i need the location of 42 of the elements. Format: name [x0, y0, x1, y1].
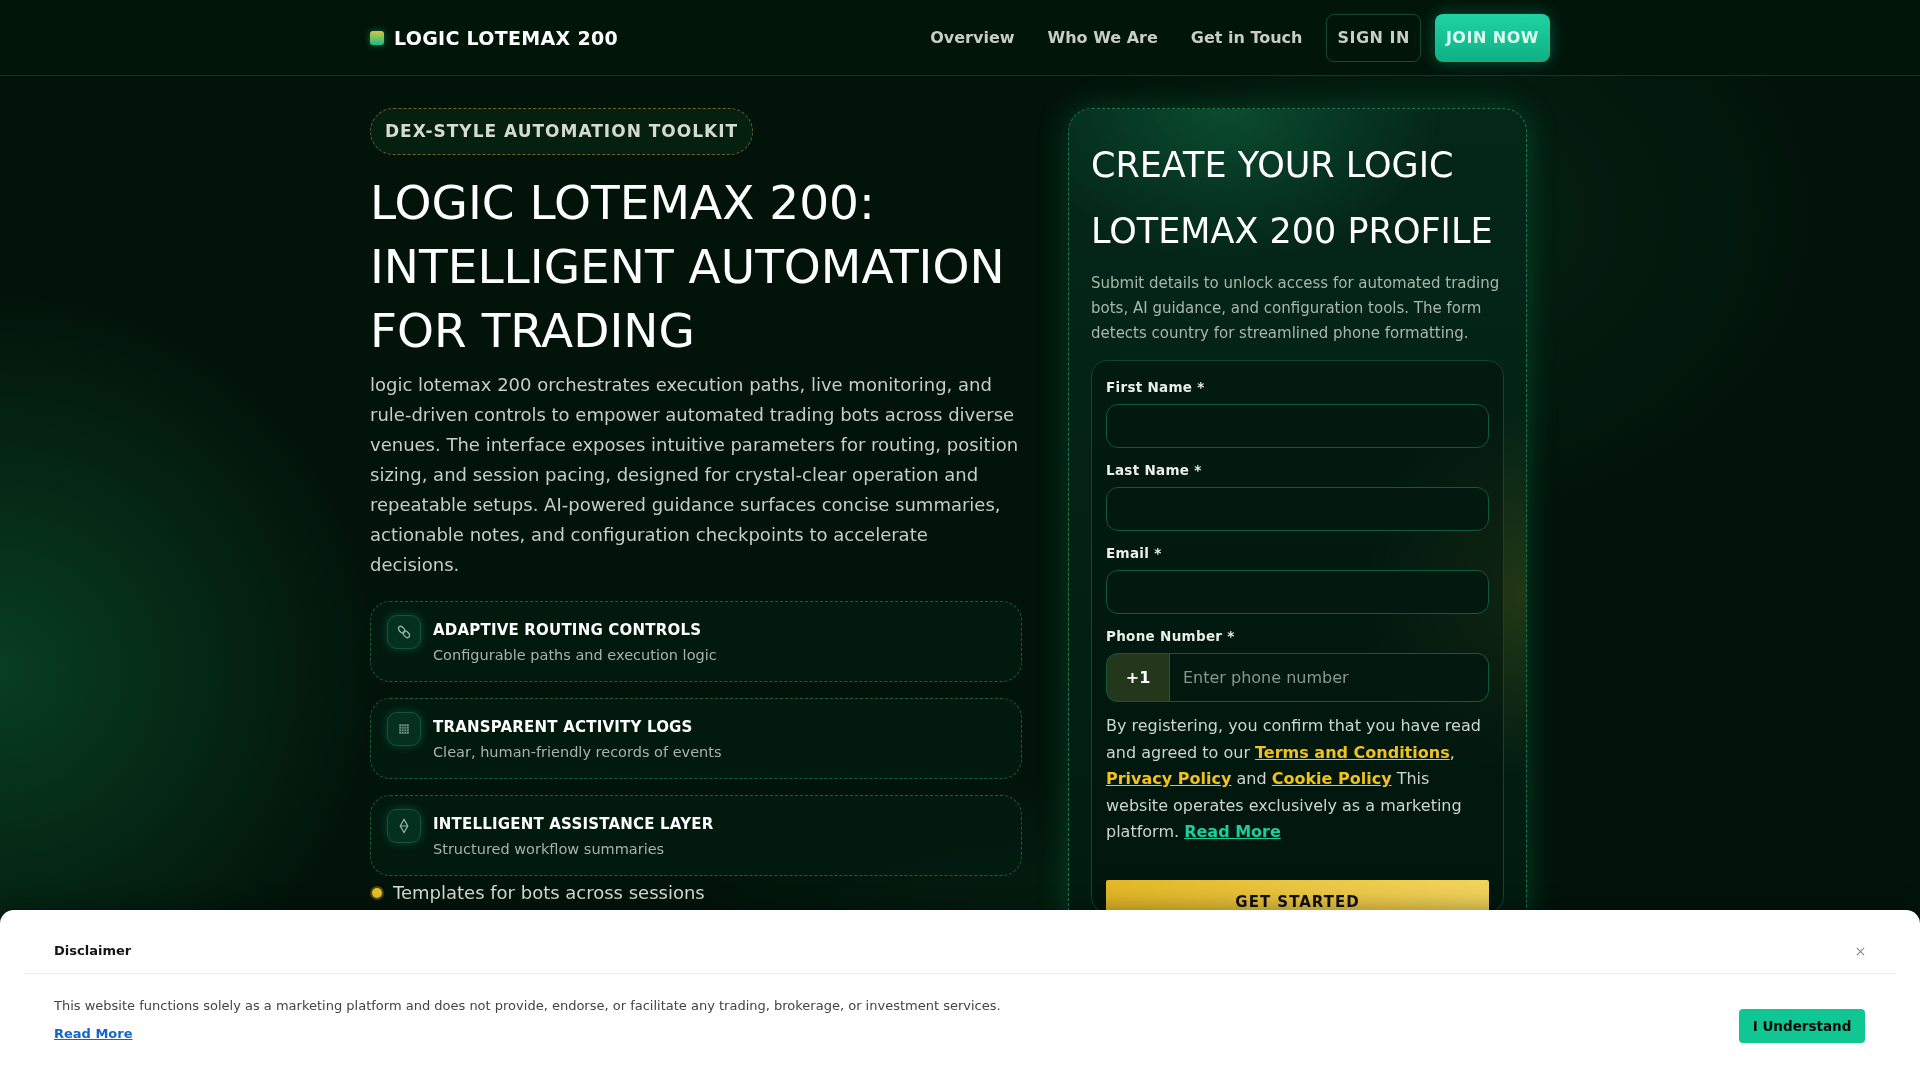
logo-icon: [370, 30, 384, 45]
cookie-policy-link[interactable]: Cookie Policy: [1271, 769, 1392, 788]
disclaimer-text: This website functions solely as a marketing platform and does not provide, endorse, or facilitate any trading, brokerage, or investment services.: [54, 998, 1001, 1014]
understand-button[interactable]: I Understand: [1739, 1009, 1865, 1043]
nav-link[interactable]: Who We Are: [1047, 28, 1158, 47]
signup-description: Submit details to unlock access for automated trading bots, AI guidance, and configuration tools. The form detects country for streamlined phone formatting.: [1091, 273, 1501, 344]
input-field[interactable]: [1106, 404, 1489, 448]
feature-title: INTELLIGENT ASSISTANCE LAYER: [433, 814, 714, 834]
field-label: First Name *: [1106, 379, 1206, 395]
field-label: Last Name *: [1106, 462, 1203, 478]
diamond-icon: [387, 809, 421, 843]
consent-text: By registering, you confirm that you have read and agreed to our Terms and Conditions, Privacy Policy and Cookie Policy This website operates exclusively as a marketing platform. Read More: [1106, 715, 1482, 843]
field-label: Email *: [1106, 545, 1163, 561]
privacy-policy-link[interactable]: Privacy Policy: [1106, 769, 1232, 788]
input-field[interactable]: [1106, 570, 1489, 614]
logo-text[interactable]: LOGIC LOTEMAX 200: [394, 26, 618, 49]
signup-title: CREATE YOUR LOGIC LOTEMAX 200 PROFILE: [1091, 144, 1494, 253]
feature-subtitle: Structured workflow summaries: [433, 840, 666, 859]
disclaimer-title: Disclaimer: [54, 943, 132, 959]
chain-icon: [387, 615, 421, 649]
feature-subtitle: Clear, human-friendly records of events: [433, 743, 722, 762]
nav-link[interactable]: Get in Touch: [1190, 28, 1303, 47]
grid-icon: [387, 712, 421, 746]
feature-title: ADAPTIVE ROUTING CONTROLS: [433, 620, 703, 640]
nav-link[interactable]: Overview: [930, 28, 1015, 47]
hero-title: LOGIC LOTEMAX 200: INTELLIGENT AUTOMATION FOR TRADING: [370, 174, 1006, 360]
feature-subtitle: Configurable paths and execution logic: [433, 646, 717, 665]
feature-title: TRANSPARENT ACTIVITY LOGS: [433, 717, 694, 737]
terms-link[interactable]: Terms and Conditions: [1255, 742, 1450, 762]
bullet-dot-icon: [370, 886, 384, 900]
field-label: Phone Number *: [1106, 628, 1236, 644]
sign-in-button[interactable]: SIGN IN: [1326, 13, 1421, 62]
input-field[interactable]: [1106, 487, 1489, 531]
country-code-selector[interactable]: +1: [1106, 653, 1170, 702]
get-started-button[interactable]: GET STARTED: [1106, 879, 1489, 912]
phone-input-field[interactable]: Enter phone number: [1170, 653, 1489, 702]
close-icon[interactable]: [1856, 946, 1865, 956]
hero-description: logic lotemax 200 orchestrates execution paths, live monitoring, and rule-driven controls to empower automated trading bots across diverse venues. The interface exposes intuitive parameters for routing, position sizing, and session pacing, designed for crystal-clear operation and repeatable setups. AI-powered guidance surfaces concise summaries, actionable notes, and configuration checkpoints to accelerate decisions.: [370, 373, 1020, 577]
bullet-text: Templates for bots across sessions: [393, 882, 705, 904]
tagline-badge: DEX-STYLE AUTOMATION TOOLKIT: [370, 108, 754, 155]
disclaimer-read-more-link[interactable]: Read More: [54, 1026, 133, 1042]
read-more-link[interactable]: Read More: [1184, 822, 1281, 841]
